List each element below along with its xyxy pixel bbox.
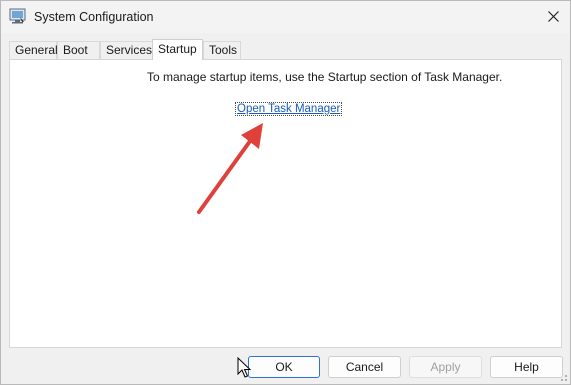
close-icon [548,11,559,22]
annotation-arrow-icon [197,123,263,214]
tab-services[interactable]: Services [100,41,153,59]
tab-label: Startup [158,42,197,56]
apply-button[interactable]: Apply [409,356,482,378]
tab-label: Services [106,43,153,57]
system-configuration-app-icon [9,8,27,24]
startup-panel: To manage startup items, use the Startup… [9,59,562,348]
system-configuration-window: System Configuration General Boot Servic… [0,0,571,385]
tab-tools[interactable]: Tools [203,41,241,59]
tab-label: General [15,43,58,57]
close-button[interactable] [536,1,570,33]
tab-label: Boot [63,43,88,57]
startup-message: To manage startup items, use the Startup… [147,70,503,84]
cancel-button[interactable]: Cancel [328,356,401,378]
tab-general[interactable]: General [9,41,58,59]
resize-grip-icon[interactable] [558,372,568,382]
tab-startup[interactable]: Startup [152,39,203,60]
tab-label: Tools [209,43,238,57]
help-button[interactable]: Help [490,356,563,378]
window-title: System Configuration [34,10,154,24]
mouse-cursor-icon [237,357,251,378]
tab-boot[interactable]: Boot [57,41,100,59]
ok-button[interactable]: OK [248,356,320,378]
title-bar[interactable]: System Configuration [1,1,570,33]
